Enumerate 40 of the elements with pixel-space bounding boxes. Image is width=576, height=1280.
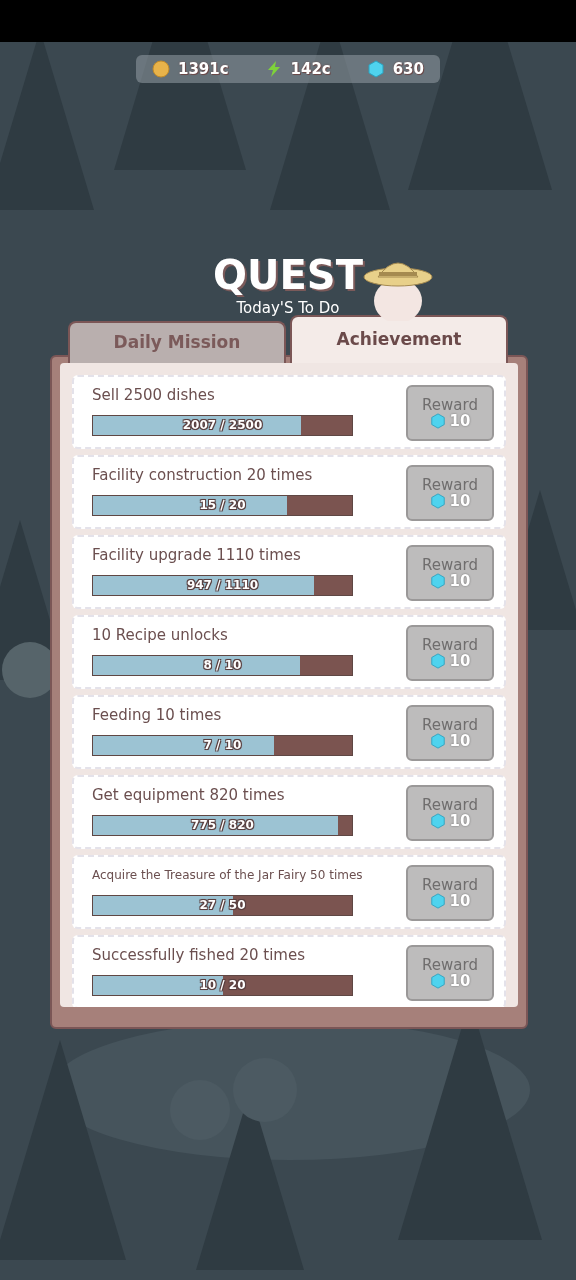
progress-text: 947 / 1110	[185, 577, 260, 594]
gem-icon	[429, 973, 446, 990]
gem-icon	[429, 733, 446, 750]
quest-name: 10 Recipe unlocks	[92, 625, 229, 645]
reward-amount: 10	[449, 973, 471, 990]
quest-name: Sell 2500 dishes	[92, 385, 216, 405]
tab[interactable]: Daily Mission	[68, 321, 286, 363]
gem-icon	[429, 413, 446, 430]
gem-icon	[429, 813, 446, 830]
progress-text: 775 / 820	[190, 817, 255, 834]
progress-text: 15 / 20	[198, 497, 247, 514]
gem-icon	[429, 493, 446, 510]
quest-name: Successfully fished 20 times	[92, 945, 306, 965]
tab[interactable]: Achievement	[290, 315, 508, 363]
quest-title: QUEST	[213, 255, 363, 295]
reward-amount: 10	[449, 413, 471, 430]
quest-name: Get equipment 820 times	[92, 785, 286, 805]
progress-text: 7 / 10	[202, 737, 243, 754]
progress-text: 8 / 10	[202, 657, 243, 674]
quest-name: Feeding 10 times	[92, 705, 223, 725]
reward-amount: 10	[449, 733, 471, 750]
progress-text: 10 / 20	[198, 977, 247, 994]
quest-name: Facility upgrade 1110 times	[92, 545, 302, 565]
gem-icon	[429, 573, 446, 590]
gem-icon	[429, 893, 446, 910]
reward-amount: 10	[449, 813, 471, 830]
reward-amount: 10	[449, 653, 471, 670]
coin-icon	[152, 60, 170, 78]
quest-subtitle: Today'S To Do	[236, 299, 340, 317]
reward-amount: 10	[449, 893, 471, 910]
progress-text: 2007 / 2500	[181, 417, 264, 434]
currency-amount: 1391c	[178, 58, 229, 80]
gem-icon	[366, 60, 385, 78]
quest-name: Facility construction 20 times	[92, 465, 314, 485]
reward-amount: 10	[449, 493, 471, 510]
gem-icon	[429, 653, 446, 670]
quest-name: Acquire the Treasure of the Jar Fairy 50 times	[92, 867, 363, 884]
reward-amount: 10	[449, 573, 471, 590]
currency-amount: 142c	[290, 58, 331, 80]
currency-amount: 630	[392, 58, 424, 80]
